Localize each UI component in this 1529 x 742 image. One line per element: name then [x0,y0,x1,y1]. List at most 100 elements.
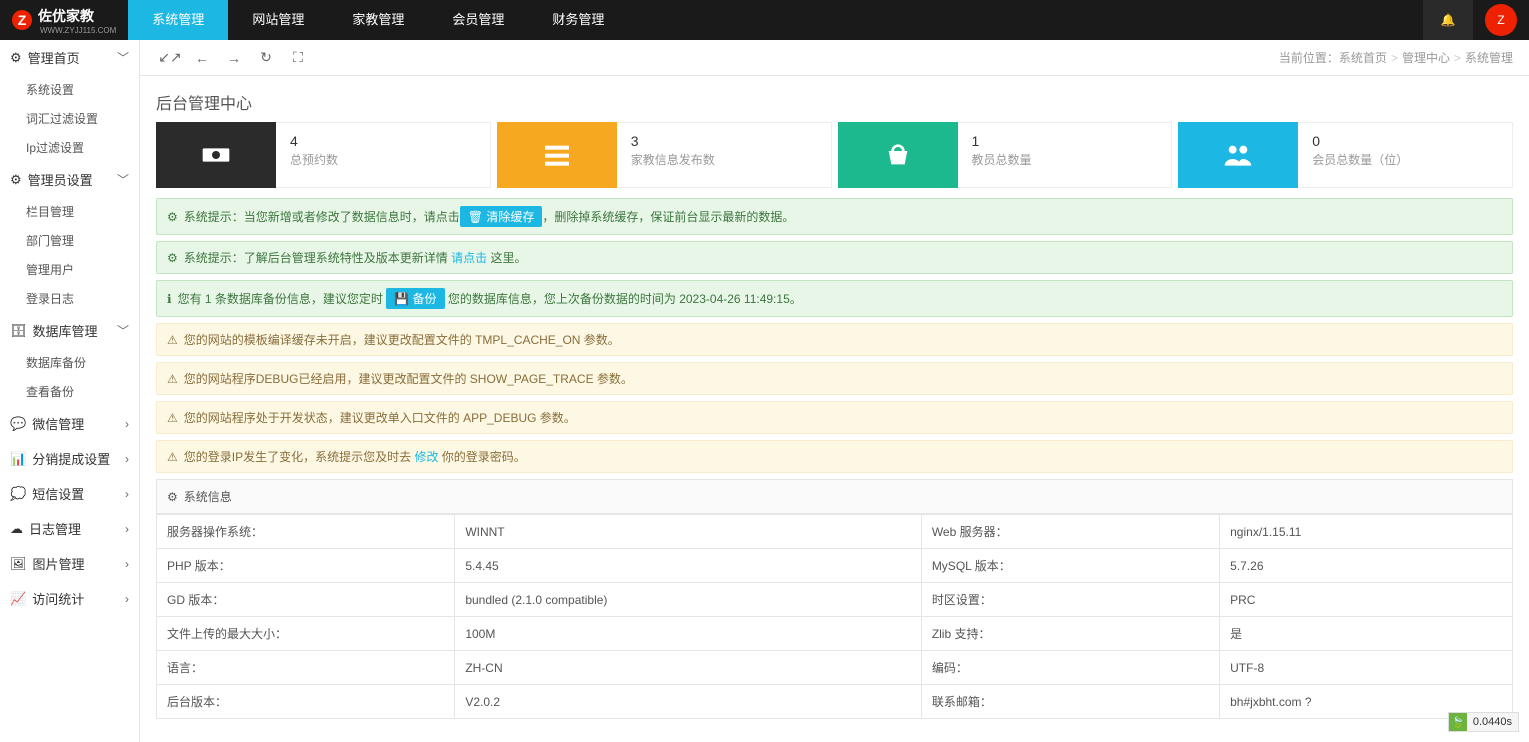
sidebar-section-7[interactable]: 🖼图片管理› [0,546,139,581]
sidebar-label: 管理员设置 [28,170,93,189]
database-icon: 🗄 [10,323,27,339]
chevron-right-icon: › [125,417,129,431]
expand-icon: ⛶ [293,49,303,66]
sidebar-label: 短信设置 [32,484,84,503]
user-avatar[interactable]: Z [1485,4,1517,36]
toolbar: ↙↗ ← → ↻ ⛶ 当前位置：系统首页>管理中心>系统管理 [140,40,1529,76]
sidebar-section-5[interactable]: 💭短信设置› [0,476,139,511]
sidebar-sub-item[interactable]: 管理用户 [0,255,139,284]
table-cell: 是 [1220,617,1513,651]
warn-icon: ⚠ [167,450,178,464]
basket-icon [838,122,958,188]
card-label: 会员总数量（位） [1312,151,1498,168]
alert-link[interactable]: 请点击 [451,251,487,265]
nav-item-0[interactable]: 系统管理 [128,0,228,40]
chart-icon: 📈 [10,591,26,607]
alert-action-button[interactable]: 🗑 清除缓存 [460,206,543,227]
performance-badge[interactable]: 🍃 0.0440s [1448,712,1519,732]
table-cell: 时区设置： [921,583,1219,617]
sidebar-sub-item[interactable]: 部门管理 [0,226,139,255]
chevron-right-icon: › [125,592,129,606]
nav-item-4[interactable]: 财务管理 [528,0,628,40]
sidebar-sub-item[interactable]: 数据库备份 [0,348,139,377]
sidebar-section-1[interactable]: ⚙管理员设置﹀ [0,162,139,197]
sidebar: ⚙管理首页﹀系统设置词汇过滤设置Ip过滤设置⚙管理员设置﹀栏目管理部门管理管理用… [0,40,140,742]
nav-item-2[interactable]: 家教管理 [328,0,428,40]
chevron-down-icon: ﹀ [117,49,129,66]
sidebar-label: 图片管理 [33,554,85,573]
refresh-icon: ↻ [260,49,272,66]
sysinfo-header: ⚙ 系统信息 [156,479,1513,514]
reload-button[interactable]: ↻ [252,44,280,72]
stat-card-1[interactable]: 3家教信息发布数 [497,122,832,188]
sidebar-label: 分销提成设置 [32,449,110,468]
wechat-icon: 💬 [10,416,26,432]
page-title: 后台管理中心 [140,76,1529,122]
fullscreen-button[interactable]: ⛶ [284,44,312,72]
sidebar-section-3[interactable]: 💬微信管理› [0,406,139,441]
sidebar-section-2[interactable]: 🗄数据库管理﹀ [0,313,139,348]
nav-item-1[interactable]: 网站管理 [228,0,328,40]
stat-card-3[interactable]: 0会员总数量（位） [1178,122,1513,188]
table-row: 语言：ZH-CN编码：UTF-8 [157,651,1513,685]
card-number: 1 [972,133,1158,149]
refresh-button[interactable]: ↙↗ [156,44,184,72]
sidebar-label: 管理首页 [28,48,80,67]
brand-logo-icon: Z [12,10,32,30]
brand-sub: WWW.ZYJJ115.COM [40,26,116,35]
table-cell: MySQL 版本： [921,549,1219,583]
alert-action-button[interactable]: 💾 备份 [386,288,444,309]
stat-card-2[interactable]: 1 教员总数量 [838,122,1173,188]
alert-5: ⚠您的网站程序处于开发状态，建议更改单入口文件的 APP_DEBUG 参数。 [156,401,1513,434]
sidebar-sub-item[interactable]: 登录日志 [0,284,139,313]
users-icon [1178,122,1298,188]
breadcrumb-item[interactable]: 管理中心 [1402,51,1450,65]
table-cell: nginx/1.15.11 [1220,515,1513,549]
bars-icon: 📊 [10,451,26,467]
card-label: 教员总数量 [972,151,1158,168]
card-number: 4 [290,133,476,149]
warn-icon: ⚠ [167,411,178,425]
alert-6: ⚠您的登录IP发生了变化，系统提示您及时去 修改 你的登录密码。 [156,440,1513,473]
sidebar-section-8[interactable]: 📈访问统计› [0,581,139,616]
avatar-icon: Z [1497,13,1504,27]
table-row: 后台版本：V2.0.2联系邮箱：bh#jxbht.com ? [157,685,1513,719]
table-row: PHP 版本：5.4.45MySQL 版本：5.7.26 [157,549,1513,583]
table-cell: GD 版本： [157,583,455,617]
warn-icon: ⚠ [167,372,178,386]
nav-item-3[interactable]: 会员管理 [428,0,528,40]
chevron-right-icon: › [125,522,129,536]
notifications-button[interactable]: 🔔 [1423,0,1473,40]
sidebar-sub-item[interactable]: 词汇过滤设置 [0,104,139,133]
arrow-left-icon: ← [195,50,209,66]
table-cell: PRC [1220,583,1513,617]
table-cell: WINNT [455,515,922,549]
breadcrumb-item[interactable]: 系统管理 [1465,51,1513,65]
arrows-icon: ↙↗ [158,49,181,66]
table-cell: 编码： [921,651,1219,685]
table-cell: 100M [455,617,922,651]
alert-1: ⚙系统提示：了解后台管理系统特性及版本更新详情 请点击 这里。 [156,241,1513,274]
stat-card-0[interactable]: 4总预约数 [156,122,491,188]
forward-button[interactable]: → [220,44,248,72]
table-cell: PHP 版本： [157,549,455,583]
sidebar-section-6[interactable]: ☁日志管理› [0,511,139,546]
arrow-right-icon: → [227,50,241,66]
sidebar-sub-item[interactable]: 系统设置 [0,75,139,104]
alert-0: ⚙系统提示：当您新增或者修改了数据信息时，请点击🗑 清除缓存，删除掉系统缓存，保… [156,198,1513,235]
alert-3: ⚠您的网站的模板编译缓存未开启，建议更改配置文件的 TMPL_CACHE_ON … [156,323,1513,356]
bell-icon: 🔔 [1441,13,1456,27]
brand-logo[interactable]: Z 佐优家教 WWW.ZYJJ115.COM [0,0,128,40]
sidebar-section-4[interactable]: 📊分销提成设置› [0,441,139,476]
alert-link[interactable]: 修改 [414,450,438,464]
sysinfo-title: 系统信息 [184,488,232,505]
chevron-right-icon: › [125,557,129,571]
table-cell: 后台版本： [157,685,455,719]
sidebar-sub-item[interactable]: Ip过滤设置 [0,133,139,162]
breadcrumb-item[interactable]: 系统首页 [1339,51,1387,65]
sidebar-sub-item[interactable]: 栏目管理 [0,197,139,226]
sidebar-sub-item[interactable]: 查看备份 [0,377,139,406]
sidebar-section-0[interactable]: ⚙管理首页﹀ [0,40,139,75]
back-button[interactable]: ← [188,44,216,72]
performance-time: 0.0440s [1467,714,1518,730]
